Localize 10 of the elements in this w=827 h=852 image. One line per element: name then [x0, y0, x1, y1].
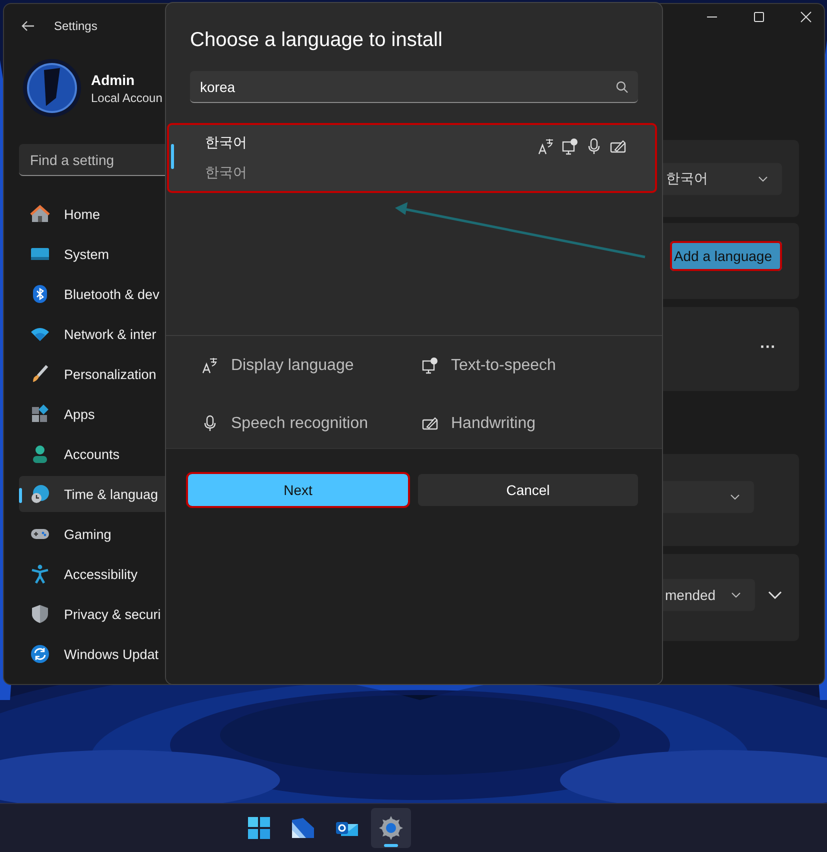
- feature-label: Text-to-speech: [451, 356, 556, 374]
- language-name: 한국어: [205, 134, 247, 152]
- user-name: Admin: [91, 72, 136, 88]
- feature-label: Speech recognition: [231, 414, 368, 432]
- account-type: Local Accoun: [91, 90, 162, 104]
- window-title: Settings: [54, 19, 98, 33]
- feature-label: Handwriting: [451, 414, 536, 432]
- feature-label: Display language: [231, 356, 354, 374]
- language-native-name: 한국어: [205, 164, 247, 182]
- dialog-title: Choose a language to install: [190, 29, 444, 52]
